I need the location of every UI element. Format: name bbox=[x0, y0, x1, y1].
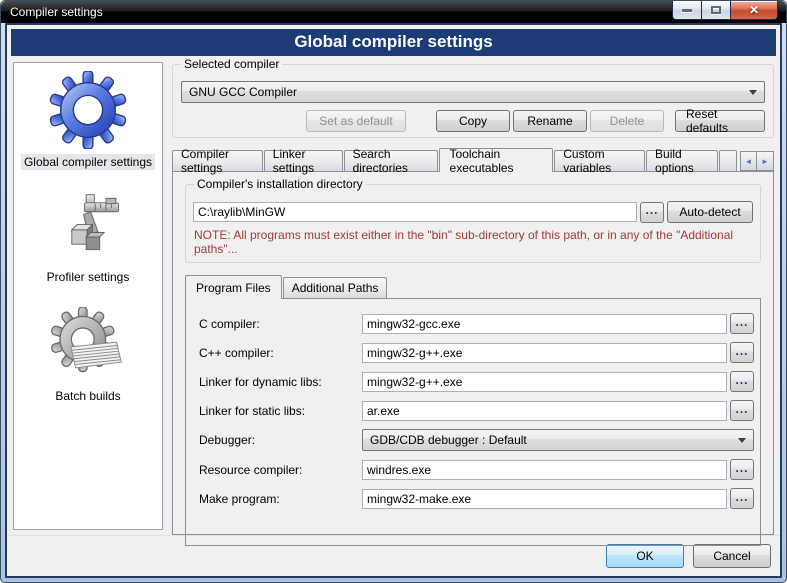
sidebar-item-profiler-settings[interactable]: Profiler settings bbox=[44, 192, 133, 285]
selected-compiler-group: Selected compiler GNU GCC Compiler Set a… bbox=[172, 64, 774, 138]
group-legend: Selected compiler bbox=[181, 57, 282, 71]
sidebar-item-global-compiler-settings[interactable]: Global compiler settings bbox=[21, 71, 155, 170]
tab-scroll-controls: ◄ ► bbox=[740, 151, 774, 171]
field-row-debugger: Debugger: GDB/CDB debugger : Default bbox=[190, 429, 754, 451]
resource-compiler-input[interactable] bbox=[362, 460, 727, 480]
sidebar-item-label: Profiler settings bbox=[44, 269, 133, 285]
tab-build-options[interactable]: Build options bbox=[646, 150, 718, 171]
field-row-make-program: Make program: ... bbox=[190, 488, 754, 509]
field-label: Linker for static libs: bbox=[190, 404, 362, 418]
close-icon: ✕ bbox=[749, 3, 759, 17]
toolchain-executables-panel: Compiler's installation directory ... Au… bbox=[172, 171, 774, 535]
caliper-icon bbox=[52, 192, 124, 264]
close-button[interactable]: ✕ bbox=[731, 1, 778, 20]
install-dir-input[interactable] bbox=[193, 202, 637, 222]
make-program-input[interactable] bbox=[362, 489, 727, 509]
field-row-linker-static: Linker for static libs: ... bbox=[190, 400, 754, 421]
ok-button[interactable]: OK bbox=[606, 544, 684, 568]
set-as-default-button[interactable]: Set as default bbox=[306, 110, 406, 132]
compiler-settings-window: Compiler settings ✕ Global compiler sett… bbox=[0, 0, 787, 583]
auto-detect-button[interactable]: Auto-detect bbox=[667, 201, 753, 223]
arrow-right-icon: ► bbox=[761, 157, 769, 166]
titlebar[interactable]: Compiler settings ✕ bbox=[1, 1, 786, 23]
tab-scroll-right-button[interactable]: ► bbox=[757, 151, 774, 171]
field-label: Make program: bbox=[190, 492, 362, 506]
chevron-down-icon bbox=[738, 438, 746, 443]
gray-gear-stack-icon bbox=[50, 307, 126, 383]
compiler-select[interactable]: GNU GCC Compiler bbox=[181, 81, 765, 103]
sub-tab-strip: Program Files Additional Paths bbox=[185, 275, 761, 298]
field-label: Debugger: bbox=[190, 433, 362, 447]
blue-gear-icon bbox=[49, 71, 127, 149]
field-label: Linker for dynamic libs: bbox=[190, 375, 362, 389]
cpp-compiler-browse-button[interactable]: ... bbox=[730, 342, 754, 363]
sidebar-item-label: Global compiler settings bbox=[21, 154, 155, 170]
sidebar-item-label: Batch builds bbox=[52, 388, 123, 404]
compiler-buttons-row: Set as default Copy Rename Delete Reset … bbox=[181, 110, 765, 132]
copy-button[interactable]: Copy bbox=[436, 110, 510, 132]
main-tab-strip: Compiler settings Linker settings Search… bbox=[172, 148, 774, 171]
arrow-left-icon: ◄ bbox=[745, 157, 753, 166]
tab-custom-variables[interactable]: Custom variables bbox=[554, 150, 645, 171]
main-area: Global compiler settings bbox=[7, 56, 780, 536]
tab-linker-settings[interactable]: Linker settings bbox=[264, 150, 343, 171]
delete-button[interactable]: Delete bbox=[590, 110, 664, 132]
cancel-button[interactable]: Cancel bbox=[693, 544, 771, 568]
settings-sidebar: Global compiler settings bbox=[13, 62, 163, 530]
tab-scroll-left-button[interactable]: ◄ bbox=[740, 151, 757, 171]
rename-button[interactable]: Rename bbox=[513, 110, 587, 132]
group-legend: Compiler's installation directory bbox=[194, 177, 366, 191]
minimize-button[interactable] bbox=[672, 1, 702, 20]
content-column: Selected compiler GNU GCC Compiler Set a… bbox=[172, 62, 774, 536]
tab-toolchain-executables[interactable]: Toolchain executables bbox=[439, 148, 554, 172]
tab-partial[interactable] bbox=[719, 150, 737, 171]
field-row-cpp-compiler: C++ compiler: ... bbox=[190, 342, 754, 363]
linker-dynamic-browse-button[interactable]: ... bbox=[730, 371, 754, 392]
make-program-browse-button[interactable]: ... bbox=[730, 488, 754, 509]
window-title: Compiler settings bbox=[1, 5, 103, 19]
sidebar-item-batch-builds[interactable]: Batch builds bbox=[50, 307, 126, 404]
tab-program-files[interactable]: Program Files bbox=[185, 275, 282, 299]
minimize-icon bbox=[682, 9, 692, 12]
resource-compiler-browse-button[interactable]: ... bbox=[730, 459, 754, 480]
tab-compiler-settings[interactable]: Compiler settings bbox=[172, 150, 263, 171]
tab-search-directories[interactable]: Search directories bbox=[344, 150, 438, 171]
window-controls: ✕ bbox=[672, 1, 778, 20]
install-dir-browse-button[interactable]: ... bbox=[640, 202, 664, 223]
cpp-compiler-input[interactable] bbox=[362, 343, 727, 363]
compiler-select-value: GNU GCC Compiler bbox=[189, 85, 743, 99]
reset-defaults-button[interactable]: Reset defaults bbox=[675, 110, 765, 132]
program-files-panel: C compiler: ... C++ compiler: ... bbox=[185, 298, 761, 546]
field-label: Resource compiler: bbox=[190, 463, 362, 477]
field-row-resource-compiler: Resource compiler: ... bbox=[190, 459, 754, 480]
install-dir-row: ... Auto-detect bbox=[193, 201, 753, 223]
dialog-body: Global compiler settings bbox=[5, 23, 782, 578]
field-label: C++ compiler: bbox=[190, 346, 362, 360]
linker-dynamic-input[interactable] bbox=[362, 372, 727, 392]
field-label: C compiler: bbox=[190, 317, 362, 331]
page-title: Global compiler settings bbox=[11, 29, 776, 56]
maximize-button[interactable] bbox=[702, 1, 731, 20]
maximize-icon bbox=[711, 6, 721, 14]
linker-static-input[interactable] bbox=[362, 401, 727, 421]
c-compiler-input[interactable] bbox=[362, 314, 727, 334]
installation-directory-group: Compiler's installation directory ... Au… bbox=[185, 184, 761, 263]
field-row-c-compiler: C compiler: ... bbox=[190, 313, 754, 334]
linker-static-browse-button[interactable]: ... bbox=[730, 400, 754, 421]
debugger-select[interactable]: GDB/CDB debugger : Default bbox=[362, 429, 754, 451]
field-row-linker-dynamic: Linker for dynamic libs: ... bbox=[190, 371, 754, 392]
c-compiler-browse-button[interactable]: ... bbox=[730, 313, 754, 334]
debugger-select-value: GDB/CDB debugger : Default bbox=[370, 433, 732, 447]
tab-additional-paths[interactable]: Additional Paths bbox=[283, 277, 388, 298]
install-dir-note: NOTE: All programs must exist either in … bbox=[194, 228, 752, 256]
chevron-down-icon bbox=[749, 90, 757, 95]
